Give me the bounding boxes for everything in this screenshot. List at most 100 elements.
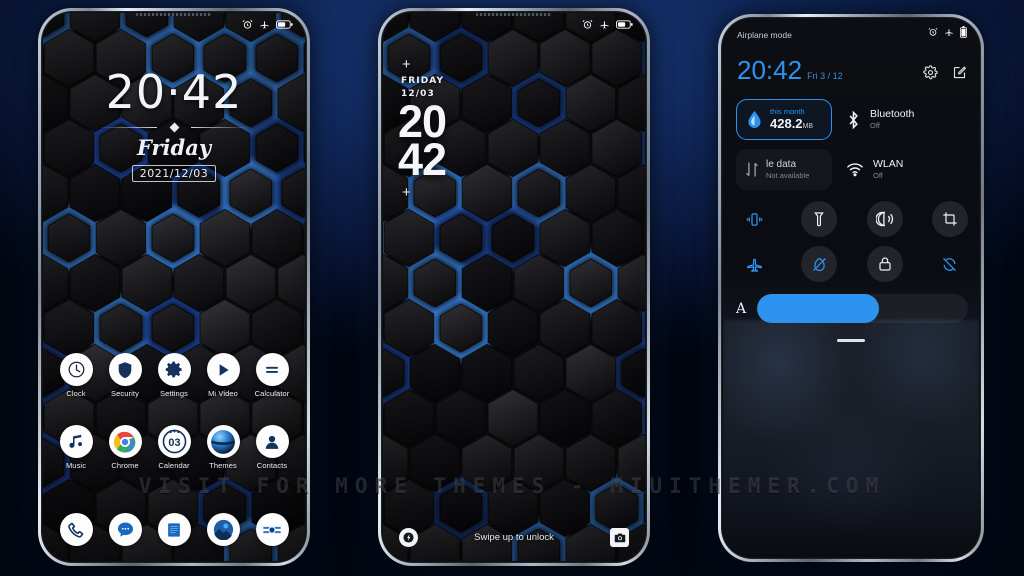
lockscreen-minutes: 42 — [398, 134, 447, 185]
play-icon — [206, 353, 240, 386]
calendar-icon: 03 — [157, 425, 191, 458]
gear-icon — [157, 353, 191, 386]
app-icon-settings[interactable]: Settings — [151, 353, 197, 398]
crop-screenshot-icon — [943, 212, 957, 226]
person-icon — [255, 425, 289, 458]
bluetooth-status: Off — [870, 121, 880, 131]
music-note-icon — [59, 425, 93, 458]
control-center-blurred-backdrop — [723, 320, 979, 557]
flashlight-icon — [403, 532, 414, 543]
mobile-data-status: Not available — [766, 170, 810, 180]
brightness-slider[interactable] — [757, 294, 968, 323]
toggle-airplane-mode[interactable] — [736, 246, 772, 282]
app-label: Calculator — [254, 389, 290, 398]
app-icon-mi-video[interactable]: Mi Video — [200, 353, 246, 398]
app-label: Chrome — [111, 461, 139, 470]
lockscreen-weekday: FRIDAY — [401, 76, 445, 86]
airplane-icon — [945, 29, 953, 36]
toggle-screenshot[interactable] — [931, 201, 968, 237]
mobile-data-title: le data — [766, 159, 797, 171]
app-icon-notes[interactable] — [151, 513, 197, 549]
phone-middle: + FRIDAY 12/03 20 42 + Swipe up to unloc… — [378, 8, 650, 566]
app-icon-calendar[interactable]: 03 Calendar — [151, 425, 197, 470]
app-icon-clock[interactable]: Clock — [53, 353, 99, 398]
app-row: Music Chrome 03 Calendar Themes Contacts — [53, 425, 295, 470]
lockscreen-bottom-bar: Swipe up to unlock — [383, 528, 645, 547]
toggle-sync-off[interactable] — [932, 246, 968, 282]
lockscreen-clock-widget: 20·42 Friday 2021/12/03 — [43, 69, 305, 182]
control-center-date: Fri 3 / 12 — [807, 71, 843, 81]
dnd-icon — [812, 257, 826, 271]
app-icon-chrome[interactable]: Chrome — [102, 425, 148, 470]
app-icon-messages[interactable] — [102, 513, 148, 549]
lockscreen-weekday: Friday — [136, 135, 212, 160]
camera-shortcut-button[interactable] — [610, 528, 629, 547]
tile-bluetooth[interactable]: Bluetooth Off — [846, 108, 914, 131]
app-icon-contacts[interactable]: Contacts — [249, 425, 295, 470]
tile-mobile-data[interactable]: le data Not available — [736, 149, 832, 190]
water-drop-icon — [748, 111, 761, 128]
app-icon-calculator[interactable]: Calculator — [249, 353, 295, 398]
shield-icon — [108, 353, 142, 386]
gallery-icon — [206, 513, 240, 546]
control-center-time: 20:42 — [737, 55, 803, 85]
quick-toggle-grid — [736, 201, 968, 291]
app-icon-gallery[interactable] — [200, 513, 246, 549]
swipe-hint-text: Swipe up to unlock — [474, 532, 554, 543]
tile-text: le data Not available — [766, 159, 809, 180]
earpiece-speaker — [136, 13, 212, 16]
phone-handset-icon — [59, 513, 93, 546]
panel-drag-handle[interactable] — [837, 339, 865, 342]
data-usage-unit: MB — [802, 122, 814, 130]
app-grid-row-2: Music Chrome 03 Calendar Themes Contacts — [53, 425, 295, 470]
app-label: Music — [65, 461, 87, 470]
app-icon-camera[interactable] — [249, 513, 295, 549]
toggle-flashlight[interactable] — [801, 201, 838, 237]
app-label: Contacts — [256, 461, 288, 470]
app-label: Mi Video — [208, 389, 238, 398]
vibrate-icon — [746, 212, 762, 226]
app-icon-security[interactable]: Security — [102, 353, 148, 398]
notes-icon — [157, 513, 191, 546]
tile-text: this month 428.2MB — [770, 107, 813, 131]
app-icon-music[interactable]: Music — [53, 425, 99, 470]
app-icon-phone[interactable] — [53, 513, 99, 549]
camera-icon — [255, 513, 289, 546]
diamond-ornament-icon — [169, 122, 179, 133]
brightness-slider-fill — [757, 294, 880, 323]
bluetooth-title: Bluetooth — [870, 108, 915, 121]
lock-icon — [879, 257, 891, 271]
toggle-do-not-disturb[interactable] — [801, 246, 838, 282]
wlan-text: WLAN Off — [873, 158, 903, 181]
toggle-row-2 — [736, 246, 968, 282]
app-grid-row-1: Clock Security Settings Mi Video Calculator — [53, 353, 295, 398]
header-actions — [923, 65, 967, 83]
clock-icon — [59, 353, 93, 386]
tile-data-usage[interactable]: this month 428.2MB — [736, 99, 832, 140]
app-label: Themes — [209, 461, 237, 470]
flashlight-shortcut-button[interactable] — [399, 528, 418, 547]
toggle-cast-audio[interactable] — [866, 201, 903, 237]
wifi-icon — [847, 163, 863, 177]
plus-ornament-bottom-icon: + — [402, 184, 411, 201]
clock-block: 20:42 Fri 3 / 12 — [737, 57, 843, 83]
status-bar — [383, 13, 645, 35]
battery-icon — [276, 19, 293, 29]
chrome-icon — [108, 425, 142, 458]
phone-right: Airplane mode 20:42 Fri 3 / 12 this mont — [718, 14, 984, 562]
edit-icon[interactable] — [952, 65, 967, 80]
app-icon-themes[interactable]: Themes — [200, 425, 246, 470]
camera-icon — [614, 533, 625, 542]
toggle-vibrate[interactable] — [736, 201, 772, 237]
tile-wlan[interactable]: WLAN Off — [846, 158, 903, 181]
toggle-screen-lock[interactable] — [866, 246, 903, 282]
phone-right-screen: Airplane mode 20:42 Fri 3 / 12 this mont — [723, 19, 979, 557]
battery-icon — [616, 19, 633, 29]
gear-icon[interactable] — [923, 65, 938, 80]
clock-divider — [99, 122, 249, 133]
tile-row: le data Not available WLAN Off — [736, 149, 968, 190]
status-bar — [723, 19, 979, 45]
quick-settings-tiles: this month 428.2MB Bluetooth Off le data… — [736, 99, 968, 199]
sync-off-icon — [943, 257, 957, 271]
dock-row — [53, 513, 295, 549]
